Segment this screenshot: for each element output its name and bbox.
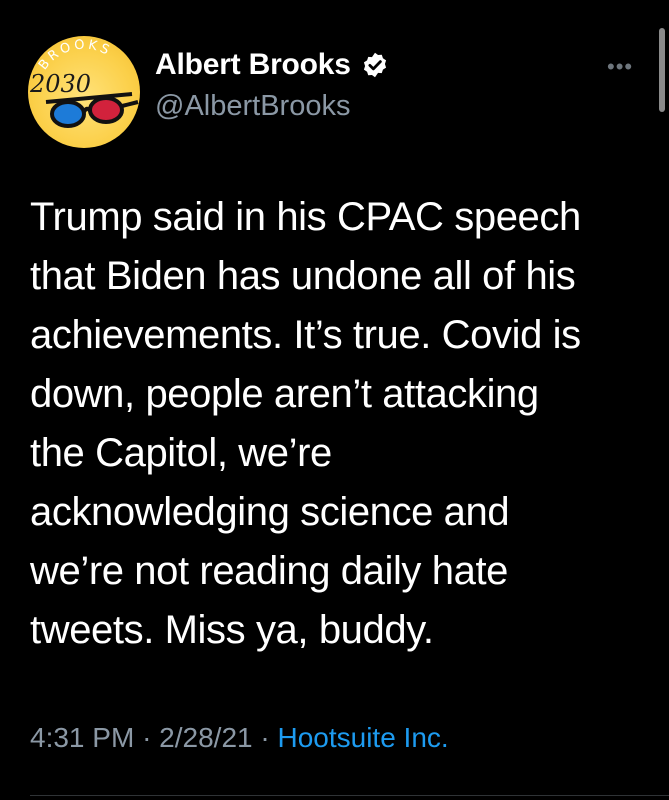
- divider: [30, 795, 669, 796]
- tweet-text-line: that Biden has undone all of his: [30, 254, 576, 298]
- tweet-date[interactable]: 2/28/21: [159, 722, 252, 753]
- meta-separator: ·: [260, 722, 278, 753]
- tweet-time[interactable]: 4:31 PM: [30, 722, 134, 753]
- tweet-text-line: we’re not reading daily hate: [30, 549, 508, 593]
- display-name[interactable]: Albert Brooks: [155, 48, 351, 82]
- scrollbar[interactable]: [659, 28, 665, 112]
- avatar-year-text: 2030: [29, 70, 91, 98]
- svg-text:BROOKS: BROOKS: [36, 37, 114, 73]
- author-handle[interactable]: @AlbertBrooks: [155, 90, 350, 123]
- tweet-meta: 4:31 PM · 2/28/21 · Hootsuite Inc.: [30, 722, 449, 754]
- author-name-row[interactable]: Albert Brooks: [155, 48, 389, 82]
- tweet-text: Trump said in his CPAC speech that Biden…: [30, 188, 645, 660]
- more-options-icon[interactable]: •••: [607, 56, 633, 78]
- tweet-source-link[interactable]: Hootsuite Inc.: [277, 722, 448, 753]
- avatar-arc-text: BROOKS: [36, 37, 111, 73]
- avatar-image: BROOKS 2030: [29, 37, 139, 128]
- tweet-detail: BROOKS 2030 Albert Brooks @AlbertBrooks …: [0, 0, 669, 800]
- tweet-text-line: tweets. Miss ya, buddy.: [30, 608, 434, 652]
- avatar[interactable]: BROOKS 2030: [28, 36, 140, 148]
- verified-badge-icon: [361, 51, 389, 79]
- meta-separator: ·: [142, 722, 160, 753]
- tweet-text-line: the Capitol, we’re: [30, 431, 332, 475]
- tweet-text-line: Trump said in his CPAC speech: [30, 195, 581, 239]
- tweet-text-line: down, people aren’t attacking: [30, 372, 539, 416]
- tweet-text-line: achievements. It’s true. Covid is: [30, 313, 581, 357]
- tweet-text-line: acknowledging science and: [30, 490, 510, 534]
